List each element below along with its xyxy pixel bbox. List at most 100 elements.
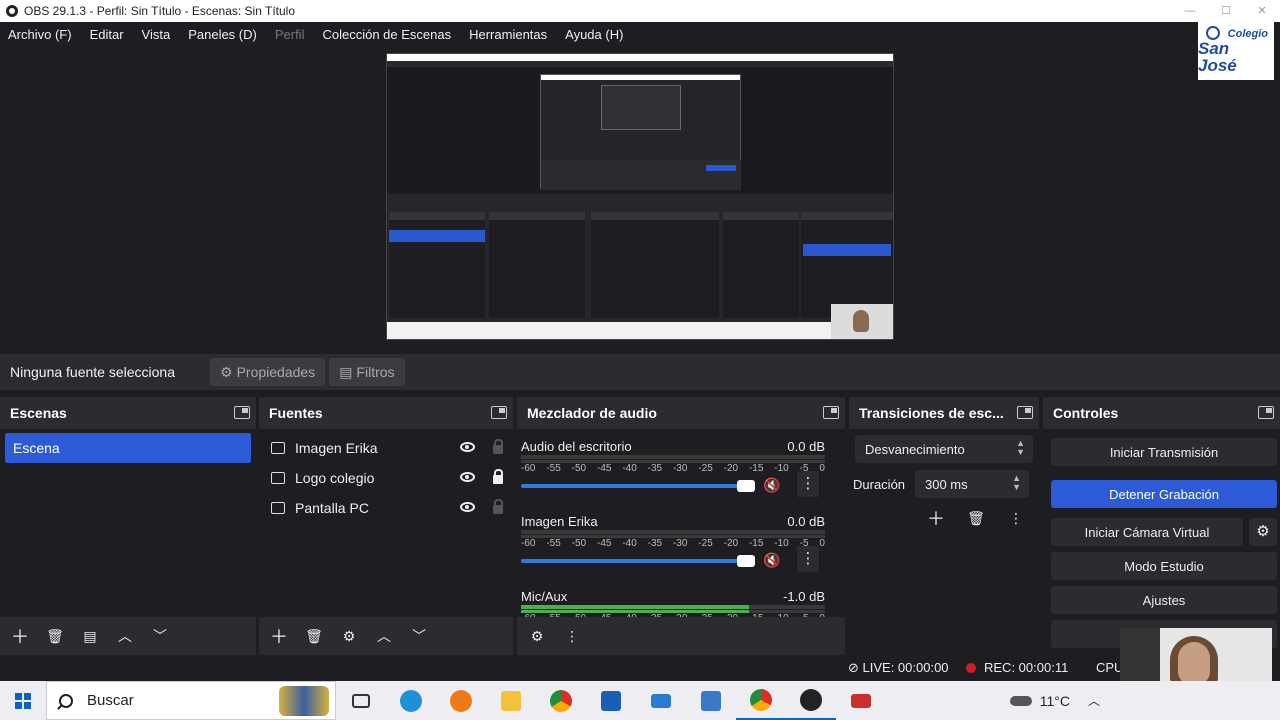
eye-icon[interactable] [460,442,475,452]
undock-icon[interactable] [1258,406,1274,419]
virtual-camera-settings-icon[interactable]: ⚙ [1249,518,1277,546]
add-scene-icon[interactable]: ＋ [6,622,34,650]
mail-icon[interactable] [636,681,686,720]
slider-handle[interactable] [737,555,755,567]
unlock-icon[interactable] [493,499,503,514]
task-view-icon[interactable] [336,681,386,720]
meter-tick: -15 [748,538,764,549]
unlock-icon[interactable] [493,439,503,454]
meter-tick: -40 [622,463,637,474]
menu-herramientas[interactable]: Herramientas [469,27,547,42]
minimize-icon[interactable]: — [1172,0,1208,22]
volume-slider[interactable] [521,555,755,567]
lock-icon[interactable] [493,469,503,484]
start-streaming-button[interactable]: Iniciar Transmisión [1051,438,1277,466]
close-icon[interactable]: ✕ [1244,0,1280,22]
menu-editar[interactable]: Editar [90,27,124,42]
duration-spinbox[interactable]: 300 ms ▲ ▼ [915,470,1029,498]
source-item[interactable]: Pantalla PC [259,493,513,523]
filters-label: Filtros [356,364,395,380]
duration-value: 300 ms [925,476,968,492]
stop-recording-button[interactable]: Detener Grabación [1051,480,1277,508]
filters-button[interactable]: ▤ Filtros [329,358,405,386]
menu-coleccion-escenas[interactable]: Colección de Escenas [322,27,451,42]
sources-header: Fuentes [259,397,513,429]
advanced-audio-icon[interactable]: ⚙ [523,622,551,650]
taskbar-search[interactable]: Buscar [46,681,336,720]
transition-menu-icon[interactable]: ⋮ [1002,504,1030,532]
source-label: Pantalla PC [295,500,369,516]
move-up-icon[interactable]: ︿ [370,622,398,650]
tray-expand-icon[interactable]: ︿ [1088,692,1100,709]
add-source-icon[interactable]: ＋ [265,622,293,650]
move-down-icon[interactable]: ﹀ [146,622,174,650]
delete-scene-icon[interactable]: 🗑 [41,622,69,650]
slider-handle[interactable] [737,480,755,492]
undock-icon[interactable] [234,406,250,419]
store-icon[interactable] [586,681,636,720]
channel-menu-icon[interactable]: ⋮ [797,471,819,497]
logo-emblem-icon [1206,26,1220,40]
program-preview[interactable] [386,53,894,340]
source-properties-icon[interactable]: ⚙ [335,622,363,650]
chrome-active-icon[interactable] [736,681,786,720]
meter-tick: -30 [672,463,688,474]
undock-icon[interactable] [491,406,507,419]
scenes-header: Escenas [0,397,256,429]
mixer-menu-icon[interactable]: ⋮ [558,622,586,650]
source-label: Imagen Erika [295,440,378,456]
rec-status: REC: 00:00:11 [966,660,1068,675]
meter-tick: -10 [774,538,789,549]
settings-button[interactable]: Ajustes [1051,586,1277,614]
add-transition-icon[interactable]: ＋ [922,504,950,532]
obs-icon[interactable] [786,681,836,720]
maximize-icon[interactable]: ☐ [1208,0,1244,22]
windows-start-icon[interactable] [0,681,46,720]
scene-item[interactable]: Escena [5,433,251,463]
muted-speaker-icon[interactable]: 🔇 [763,477,780,493]
level-meter [521,455,825,459]
delete-source-icon[interactable]: 🗑 [300,622,328,650]
audio-mixer-dock: Mezclador de audio Audio del escritorio 0… [517,397,845,655]
source-item[interactable]: Logo colegio [259,463,513,493]
scenes-title: Escenas [10,405,67,421]
eye-icon[interactable] [460,502,475,512]
studio-mode-label: Modo Estudio [1124,558,1204,574]
media-app-icon[interactable] [836,681,886,720]
settings-label: Ajustes [1142,592,1186,608]
meter-tick: -50 [571,463,587,474]
transition-select[interactable]: Desvanecimiento ▲ ▼ [855,435,1033,463]
filter-scene-icon[interactable]: ▤ [76,622,104,650]
source-item[interactable]: Imagen Erika [259,433,513,463]
spin-arrows-icon: ▲ ▼ [1012,473,1021,492]
channel-menu-icon[interactable]: ⋮ [797,546,819,572]
menu-ayuda[interactable]: Ayuda (H) [565,27,623,42]
file-explorer-icon[interactable] [486,681,536,720]
meter-tick: 0 [819,538,825,549]
delete-transition-icon[interactable]: 🗑 [962,504,990,532]
edge-icon[interactable] [386,681,436,720]
undock-icon[interactable] [823,406,839,419]
muted-speaker-icon[interactable]: 🔇 [763,552,780,568]
menu-vista[interactable]: Vista [142,27,171,42]
channel-db: 0.0 dB [787,514,825,529]
studio-mode-button[interactable]: Modo Estudio [1051,552,1277,580]
chrome-icon[interactable] [536,681,586,720]
app-blue-icon[interactable] [686,681,736,720]
status-bar: ⊘ LIVE: 00:00:00 REC: 00:00:11 CPU [0,655,1280,681]
system-tray: 11°C ︿ [1009,681,1100,720]
volume-slider[interactable] [521,480,755,492]
meter-tick: -60 [521,463,536,474]
properties-button[interactable]: ⚙ Propiedades [210,358,326,386]
menu-archivo[interactable]: Archivo (F) [8,27,72,42]
menu-paneles[interactable]: Paneles (D) [188,27,257,42]
eye-icon[interactable] [460,472,475,482]
firefox-icon[interactable] [436,681,486,720]
move-down-icon[interactable]: ﹀ [405,622,433,650]
start-virtual-camera-button[interactable]: Iniciar Cámara Virtual [1051,518,1243,546]
controls-dock: Controles Iniciar Transmisión Detener Gr… [1043,397,1280,655]
level-meter [521,530,825,534]
meter-tick: -55 [546,463,561,474]
move-up-icon[interactable]: ︿ [111,622,139,650]
undock-icon[interactable] [1017,406,1033,419]
